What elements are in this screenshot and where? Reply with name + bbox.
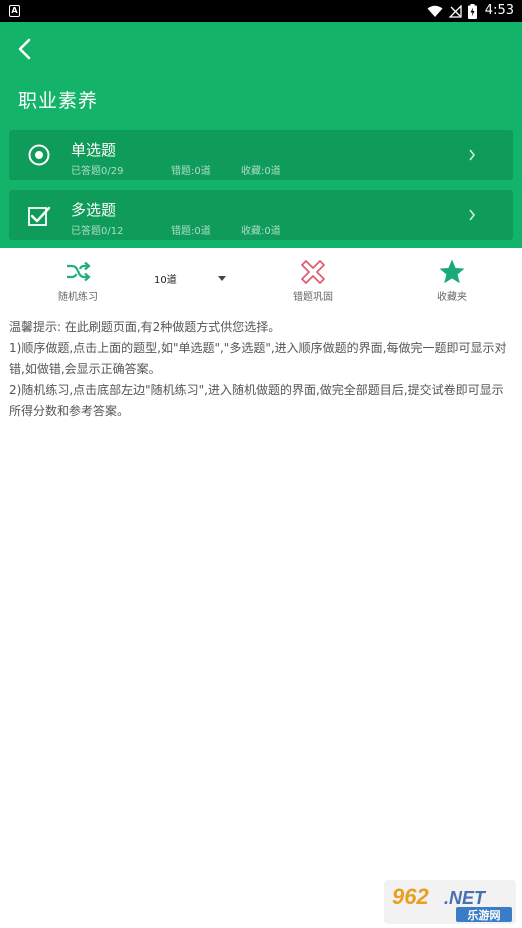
cross-mark-icon bbox=[301, 260, 325, 284]
single-choice-wrong: 错题:0道 bbox=[171, 166, 211, 177]
random-practice-label: 随机练习 bbox=[58, 292, 98, 303]
multiple-choice-favorites: 收藏:0道 bbox=[241, 226, 281, 237]
question-count-select[interactable]: 10道 bbox=[148, 268, 234, 288]
shuffle-icon bbox=[67, 261, 91, 282]
multiple-choice-card[interactable]: 多选题 已答题0/12 错题:0道 收藏:0道 bbox=[9, 190, 513, 240]
status-right: 4:53 bbox=[427, 0, 514, 22]
battery-charging-icon bbox=[467, 3, 477, 19]
radio-target-icon bbox=[28, 144, 50, 166]
svg-text:乐游网: 乐游网 bbox=[468, 908, 501, 922]
status-bar: A 4:53 bbox=[0, 0, 522, 22]
tips-intro: 温馨提示: 在此刷题页面,有2种做题方式供您选择。 bbox=[9, 320, 281, 334]
page-title: 职业素养 bbox=[18, 90, 99, 112]
multiple-choice-answered: 已答题0/12 bbox=[71, 226, 124, 237]
tips-random: 2)随机练习,点击底部左边"随机练习",进入随机做题的界面,做完全部题目后,提交… bbox=[9, 383, 504, 418]
single-choice-answered: 已答题0/29 bbox=[71, 166, 124, 177]
random-practice-button[interactable]: 随机练习 bbox=[33, 258, 123, 304]
single-choice-favorites: 收藏:0道 bbox=[241, 166, 281, 177]
multiple-choice-title: 多选题 bbox=[71, 201, 117, 219]
wrong-review-label: 错题巩固 bbox=[293, 292, 333, 303]
single-choice-title: 单选题 bbox=[71, 141, 117, 159]
back-button[interactable] bbox=[10, 34, 40, 64]
checkbox-check-icon bbox=[28, 206, 51, 226]
watermark-logo: 962 .NET 乐游网 bbox=[384, 880, 516, 924]
chevron-right-icon bbox=[469, 149, 476, 161]
star-icon bbox=[439, 259, 465, 284]
back-arrow-icon bbox=[18, 38, 31, 60]
wrong-review-button[interactable]: 错题巩固 bbox=[268, 258, 358, 304]
favorites-button[interactable]: 收藏夹 bbox=[407, 258, 497, 304]
dropdown-caret-icon bbox=[218, 276, 226, 281]
tips-text: 温馨提示: 在此刷题页面,有2种做题方式供您选择。 1)顺序做题,点击上面的题型… bbox=[9, 317, 514, 422]
tips-sequential: 1)顺序做题,点击上面的题型,如"单选题","多选题",进入顺序做题的界面,每做… bbox=[9, 341, 507, 376]
question-count-value: 10道 bbox=[154, 275, 177, 286]
signal-off-icon bbox=[448, 4, 462, 18]
svg-text:962: 962 bbox=[392, 884, 429, 909]
chevron-right-icon bbox=[469, 209, 476, 221]
notification-a-icon: A bbox=[9, 5, 20, 17]
clock-time: 4:53 bbox=[484, 3, 514, 18]
svg-text:.NET: .NET bbox=[444, 888, 487, 908]
multiple-choice-wrong: 错题:0道 bbox=[171, 226, 211, 237]
single-choice-card[interactable]: 单选题 已答题0/29 错题:0道 收藏:0道 bbox=[9, 130, 513, 180]
practice-toolbar: 随机练习 10道 错题巩固 收藏夹 bbox=[0, 248, 522, 306]
favorites-label: 收藏夹 bbox=[437, 292, 467, 303]
wifi-icon bbox=[427, 5, 443, 17]
